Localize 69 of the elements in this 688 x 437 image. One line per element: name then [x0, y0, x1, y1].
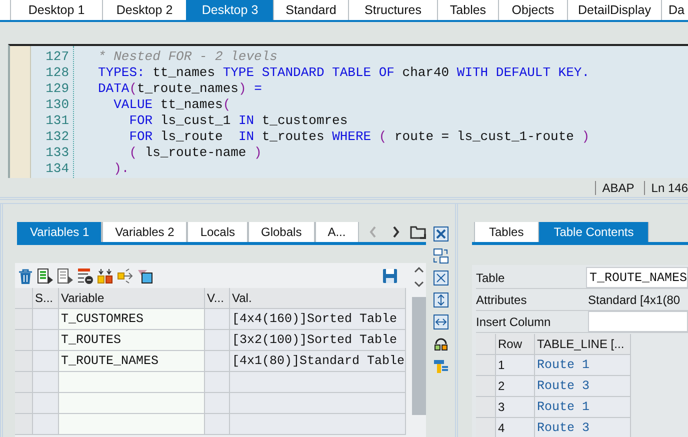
- tab[interactable]: Globals: [248, 222, 315, 242]
- code-line: TYPES: tt_names TYPE STANDARD TABLE OF char40 WITH DEFAULT KEY.: [98, 65, 590, 81]
- tab[interactable]: Desktop 3: [186, 0, 273, 20]
- insert-row-icon[interactable]: [37, 268, 53, 284]
- field-label: Attributes: [476, 292, 528, 306]
- table-cell: T_ROUTE_NAMES: [59, 351, 205, 372]
- line-number: 128: [44, 65, 69, 81]
- code-line: DATA(t_route_names) =: [98, 81, 262, 97]
- fullscreen-icon[interactable]: [432, 270, 448, 286]
- column-header[interactable]: Row: [496, 334, 535, 355]
- table-cell: Route 3: [535, 418, 631, 437]
- table-cell: [4x1(80)]Standard Table: [230, 351, 406, 372]
- line-number: 131: [44, 113, 69, 129]
- table-cell: [4x4(160)]Sorted Table: [230, 309, 406, 330]
- field-label: Insert Column: [476, 314, 552, 328]
- delete-row-icon[interactable]: [77, 268, 93, 284]
- filter-icon[interactable]: [137, 268, 153, 284]
- swap-icon[interactable]: [432, 248, 448, 264]
- table-cell: 3: [496, 397, 535, 418]
- scrollbar-thumb[interactable]: [412, 297, 426, 415]
- code-line: FOR ls_route IN t_routes WHERE ( route = ls_cust_1-route ): [128, 129, 590, 145]
- table-cell: T_ROUTES: [59, 330, 205, 351]
- column-header[interactable]: TABLE_LINE [...: [535, 334, 631, 355]
- table-cell: Route 3: [535, 376, 631, 397]
- tab[interactable]: Table Contents: [538, 222, 649, 242]
- code-line: * Nested FOR - 2 levels: [98, 49, 278, 65]
- code-line: ( ls_route-name ): [128, 145, 262, 161]
- column-header[interactable]: Variable: [59, 288, 205, 309]
- link-icon[interactable]: [432, 336, 448, 352]
- table-cell: Route 1: [535, 355, 631, 376]
- language-label: ABAP: [595, 180, 644, 194]
- vertical-resize-icon[interactable]: [432, 292, 448, 308]
- input-field[interactable]: T_ROUTE_NAMES: [586, 267, 688, 288]
- cursor-position: Ln 146: [644, 180, 688, 194]
- line-number: 132: [44, 129, 69, 145]
- line-number: 134: [44, 161, 69, 177]
- delete-icon[interactable]: [17, 268, 33, 284]
- line-number: 133: [44, 145, 69, 161]
- sort-icon[interactable]: [97, 268, 113, 284]
- line-number: 127: [44, 49, 69, 65]
- move-icon[interactable]: [117, 268, 133, 284]
- code-line: VALUE tt_names(: [112, 97, 231, 113]
- column-header[interactable]: S...: [33, 288, 59, 309]
- tab[interactable]: Variables 2: [102, 222, 188, 242]
- column-header[interactable]: V...: [205, 288, 230, 309]
- horizontal-resize-icon[interactable]: [432, 314, 448, 330]
- code-line: FOR ls_cust_1 IN t_customres: [128, 113, 348, 129]
- table-cell: 2: [496, 376, 535, 397]
- append-row-icon[interactable]: [57, 268, 73, 284]
- table-cell: [3x2(100)]Sorted Table: [230, 330, 406, 351]
- tab[interactable]: Variables 1: [17, 222, 102, 242]
- column-header[interactable]: Val.: [230, 288, 406, 309]
- tab[interactable]: A...: [314, 222, 359, 242]
- input-field[interactable]: [588, 311, 688, 332]
- tools-icon[interactable]: [432, 358, 448, 374]
- tab[interactable]: Locals: [187, 222, 248, 242]
- save-icon[interactable]: [382, 268, 398, 284]
- table-cell: Route 1: [535, 397, 631, 418]
- field-value: Standard [4x1(80: [588, 292, 680, 306]
- tab[interactable]: Tables: [474, 222, 539, 242]
- table-cell: 1: [496, 355, 535, 376]
- line-number: 130: [44, 97, 69, 113]
- field-label: Table: [476, 270, 506, 284]
- folder-icon[interactable]: [410, 224, 426, 240]
- code-line: ).: [112, 161, 130, 177]
- line-number: 129: [44, 81, 69, 97]
- table-cell: T_CUSTOMRES: [59, 309, 205, 330]
- table-cell: 4: [496, 418, 535, 437]
- close-icon[interactable]: [432, 226, 448, 242]
